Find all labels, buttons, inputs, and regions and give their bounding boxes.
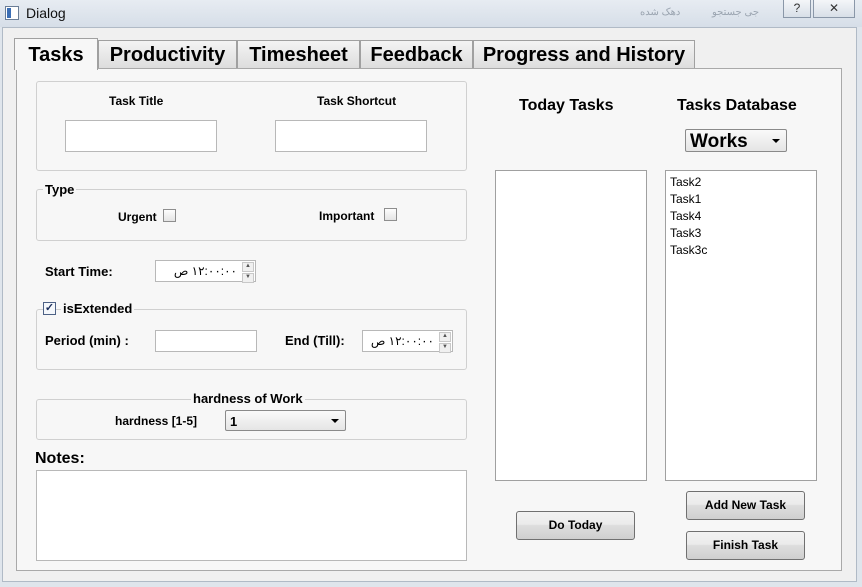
end-time-spin-buttons: ▲ ▼ [439,332,451,353]
close-button[interactable]: ✕ [813,0,855,18]
notes-textarea[interactable] [36,470,467,561]
tasks-pane: Task Title Task Shortcut Type Urgent Imp… [16,68,842,571]
period-input[interactable] [155,330,257,352]
window-icon [5,6,19,20]
spin-down-icon[interactable]: ▼ [242,273,254,283]
category-value: Works [690,131,748,152]
blurred-taskbar-text: دهک شده [640,7,681,18]
chevron-down-icon [772,138,780,143]
task-title-input[interactable] [65,120,217,152]
tab-feedback[interactable]: Feedback [360,40,473,69]
tasks-database-heading: Tasks Database [677,97,797,114]
hardness-combobox[interactable]: 1 [225,410,346,431]
add-new-task-button[interactable]: Add New Task [686,491,805,520]
is-extended-checkbox[interactable]: ✓ [43,302,56,315]
type-group-title: Type [43,182,77,197]
important-label: Important [319,209,375,223]
hardness-group-title: hardness of Work [191,391,305,406]
tab-timesheet[interactable]: Timesheet [237,40,360,69]
start-time-value: ۱۲:۰۰:۰۰ ص [173,264,237,278]
is-extended-label: isExtended [61,301,135,316]
task-shortcut-input[interactable] [275,120,427,152]
tab-progress-history[interactable]: Progress and History [473,40,695,69]
do-today-button[interactable]: Do Today [516,511,635,540]
list-item[interactable]: Task3 [666,225,816,242]
list-item[interactable]: Task4 [666,208,816,225]
urgent-label: Urgent [118,210,157,224]
type-group [36,189,467,241]
end-till-label: End (Till): [285,333,345,348]
help-button[interactable]: ? [783,0,811,18]
start-time-spin-buttons: ▲ ▼ [242,262,254,283]
urgent-checkbox[interactable] [163,209,176,222]
important-checkbox[interactable] [384,208,397,221]
finish-task-button[interactable]: Finish Task [686,531,805,560]
hardness-value: 1 [230,414,238,429]
window-title: Dialog [26,5,66,21]
end-time-spinbox[interactable]: ۱۲:۰۰:۰۰ ص ▲ ▼ [362,330,453,353]
task-title-label: Task Title [109,94,164,108]
tasks-database-list[interactable]: Task2 Task1 Task4 Task3 Task3c [665,170,817,481]
spin-up-icon[interactable]: ▲ [242,262,254,272]
start-time-spinbox[interactable]: ۱۲:۰۰:۰۰ ص ▲ ▼ [155,260,256,283]
list-item[interactable]: Task1 [666,191,816,208]
chevron-down-icon [331,418,339,423]
hardness-label: hardness [1-5] [115,414,198,428]
tab-productivity[interactable]: Productivity [98,40,237,69]
list-item[interactable]: Task2 [666,174,816,191]
task-shortcut-label: Task Shortcut [317,94,397,108]
today-tasks-heading: Today Tasks [519,97,614,114]
start-time-label: Start Time: [45,264,113,279]
category-combobox[interactable]: Works [685,129,787,152]
notes-label: Notes: [35,450,85,467]
spin-up-icon[interactable]: ▲ [439,332,451,342]
tab-tasks[interactable]: Tasks [14,38,98,70]
list-item[interactable]: Task3c [666,242,816,259]
today-tasks-list[interactable] [495,170,647,481]
spin-down-icon[interactable]: ▼ [439,343,451,353]
blurred-taskbar-text: جی جستجو [712,7,760,18]
end-time-value: ۱۲:۰۰:۰۰ ص [370,334,434,348]
period-label: Period (min) : [45,333,129,348]
